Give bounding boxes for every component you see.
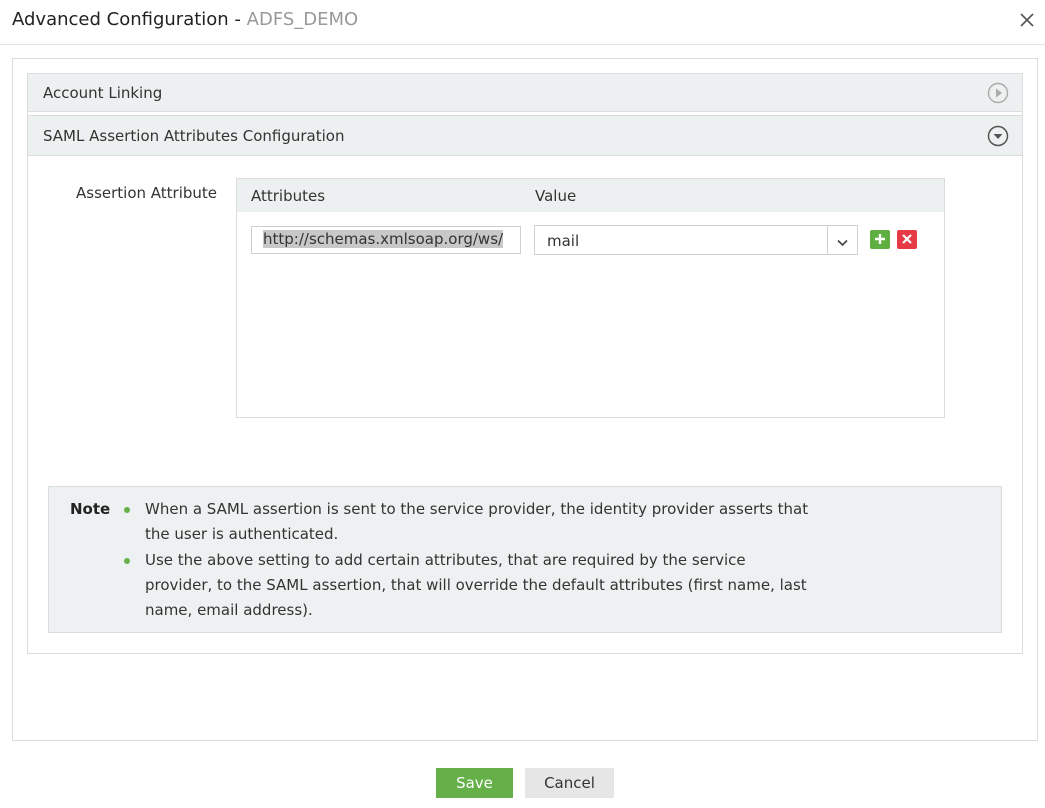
dialog-subtitle: ADFS_DEMO [246,9,359,30]
chevron-down-icon [836,234,849,247]
bullet-icon [124,558,130,564]
assertion-attribute-label: Assertion Attribute [76,184,218,202]
delete-row-button[interactable] [897,230,917,249]
chevron-down-circle-icon[interactable] [987,125,1009,147]
dialog-title-text: Advanced Configuration - [12,9,241,30]
play-circle-icon[interactable] [987,82,1009,104]
value-select-text: mail [547,232,580,250]
attribute-input-value: http://schemas.xmlsoap.org/ws/ [263,230,504,248]
close-icon[interactable] [1019,12,1035,28]
select-divider [827,226,828,254]
value-select[interactable]: mail [534,225,858,255]
column-header-value: Value [535,187,577,205]
note-item: When a SAML assertion is sent to the ser… [124,497,815,547]
column-header-attributes: Attributes [251,187,326,205]
close-icon [902,234,912,244]
section-account-linking[interactable]: Account Linking [28,74,1022,112]
plus-icon [875,234,885,244]
section-saml-attributes[interactable]: SAML Assertion Attributes Configuration [28,115,1022,156]
cancel-button[interactable]: Cancel [525,768,614,798]
dialog-title: Advanced Configuration - ADFS_DEMO [12,9,358,30]
dialog-header: Advanced Configuration - ADFS_DEMO [0,0,1045,45]
note-label: Note [70,500,111,518]
attribute-input[interactable]: http://schemas.xmlsoap.org/ws/ [251,226,521,254]
section-label: SAML Assertion Attributes Configuration [43,127,345,145]
attribute-table [236,178,945,418]
bullet-icon [124,507,130,513]
save-button[interactable]: Save [436,768,513,798]
section-label: Account Linking [43,84,163,102]
add-row-button[interactable] [870,230,890,249]
note-item-text: Use the above setting to add certain att… [145,551,807,619]
note-item-text: When a SAML assertion is sent to the ser… [145,500,809,543]
note-item: Use the above setting to add certain att… [124,548,815,623]
attribute-table-header [237,179,944,212]
